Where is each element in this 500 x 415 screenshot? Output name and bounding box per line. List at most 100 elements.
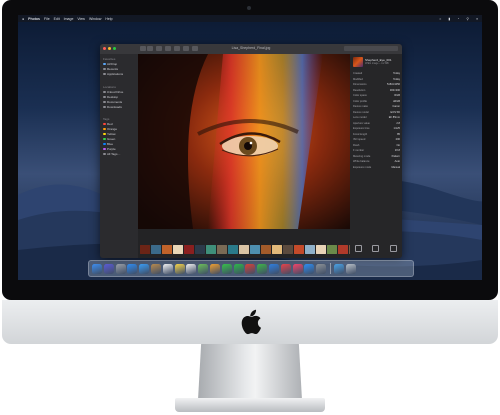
notes-icon[interactable] [174, 263, 185, 274]
zoom-button[interactable] [165, 46, 171, 51]
apple-menu-icon[interactable]: ● [22, 17, 24, 21]
battery-icon[interactable]: ▮ [448, 17, 450, 21]
menu-item-image[interactable]: Image [64, 17, 74, 21]
news-icon[interactable] [280, 263, 291, 274]
sidebar-item-tag-red[interactable]: Red [103, 122, 113, 126]
rotate-button[interactable] [174, 46, 180, 51]
reminders-icon[interactable] [186, 263, 197, 274]
filmstrip-thumbnail[interactable] [305, 244, 315, 254]
messages-icon[interactable] [221, 263, 232, 274]
inspector-row: Aperture value 2.8 [353, 122, 400, 125]
main-photo[interactable] [138, 54, 350, 229]
search-icon[interactable]: ⚲ [466, 17, 469, 21]
app-menu[interactable]: Photos [28, 17, 40, 21]
calendar-icon[interactable] [162, 263, 173, 274]
back-button[interactable] [140, 46, 146, 51]
sidebar-item-label: Documents [107, 100, 123, 104]
more-icon[interactable] [389, 244, 397, 252]
sidebar-item-documents[interactable]: Documents [103, 100, 122, 104]
sidebar-item-all-tags[interactable]: All Tags… [103, 152, 120, 156]
filmstrip-thumbnail[interactable] [239, 244, 249, 254]
filmstrip-thumbnail[interactable] [195, 244, 205, 254]
filmstrip-thumbnail[interactable] [173, 244, 183, 254]
photos-icon[interactable] [209, 263, 220, 274]
filmstrip-thumbnail[interactable] [151, 244, 161, 254]
desktop-screen: ● Photos File Edit Image View Window Hel… [18, 15, 482, 280]
sidebar-item-airdrop[interactable]: AirDrop [103, 62, 117, 66]
inspector-row-value: Canon [392, 105, 400, 108]
inspector-row-value: Pattern [391, 154, 400, 158]
list-icon[interactable]: ≡ [476, 17, 478, 21]
camera-icon [247, 6, 251, 10]
filmstrip-thumbnail[interactable] [327, 244, 337, 254]
contacts-icon[interactable] [150, 263, 161, 274]
filmstrip-thumbnail[interactable] [140, 244, 150, 254]
system-preferences-icon[interactable] [316, 263, 327, 274]
markup-icon[interactable] [372, 244, 380, 252]
sidebar-item-tag-blue[interactable]: Blue [103, 142, 113, 146]
filmstrip-thumbnail[interactable] [206, 244, 216, 254]
filmstrip-thumbnail[interactable] [250, 244, 260, 254]
filmstrip [138, 242, 382, 256]
sidebar-item-downloads[interactable]: Downloads [103, 105, 122, 109]
launchpad-icon[interactable] [115, 263, 126, 274]
sidebar-item-label: Downloads [107, 105, 122, 109]
sidebar-item-applications[interactable]: Applications [103, 72, 123, 76]
finder-icon[interactable] [92, 263, 102, 274]
safari-icon[interactable] [127, 263, 138, 274]
filmstrip-thumbnail[interactable] [294, 244, 304, 254]
sidebar-item-tag-orange[interactable]: Orange [103, 127, 117, 131]
music-icon[interactable] [292, 263, 303, 274]
sidebar-item-label: Red [107, 122, 113, 126]
filmstrip-thumbnail[interactable] [228, 244, 238, 254]
menu-item-edit[interactable]: Edit [54, 17, 60, 21]
filmstrip-thumbnail[interactable] [316, 244, 326, 254]
filmstrip-thumbnail[interactable] [338, 244, 348, 254]
menu-item-view[interactable]: View [77, 17, 85, 21]
rotate-icon[interactable] [355, 244, 363, 252]
numbers-icon[interactable] [257, 263, 268, 274]
minimize-window-button[interactable] [108, 47, 111, 50]
filmstrip-thumbnail[interactable] [272, 244, 282, 254]
dock-separator [329, 263, 331, 274]
maps-icon[interactable] [198, 263, 209, 274]
filmstrip-thumbnail[interactable] [184, 244, 194, 254]
wifi-icon[interactable]: ○ [439, 17, 441, 21]
facetime-icon[interactable] [233, 263, 244, 274]
mail-icon[interactable] [139, 263, 150, 274]
sidebar-item-recents[interactable]: Recents [103, 67, 118, 71]
zoom-window-button[interactable] [113, 47, 116, 50]
sidebar-item-tag-green[interactable]: Green [103, 137, 115, 141]
sidebar-item-desktop[interactable]: Desktop [103, 95, 118, 99]
view-button[interactable] [156, 46, 162, 51]
app-store-icon[interactable] [304, 263, 315, 274]
trash-icon[interactable] [346, 263, 357, 274]
filmstrip-thumbnail[interactable] [162, 244, 172, 254]
inspector-row-label: F number [353, 149, 365, 152]
filmstrip-thumbnail[interactable] [217, 244, 227, 254]
forward-button[interactable] [147, 46, 153, 51]
filmstrip-thumbnail[interactable] [283, 244, 293, 254]
siri-icon[interactable] [103, 263, 114, 274]
menu-bar: ● Photos File Edit Image View Window Hel… [18, 15, 482, 22]
sidebar-item-tag-purple[interactable]: Purple [103, 147, 116, 151]
sidebar-item-tag-yellow[interactable]: Yellow [103, 132, 116, 136]
info-inspector: Shepherd_Eye_001 JPEG image – 4.2 MB Cre… [350, 54, 402, 258]
favorite-button[interactable] [192, 46, 198, 51]
search-input[interactable] [344, 46, 398, 51]
sidebar-item-icloud[interactable]: iCloud Drive [103, 90, 123, 94]
close-window-button[interactable] [103, 47, 106, 50]
keynote-icon[interactable] [268, 263, 279, 274]
clock-icon[interactable]: ◔ [457, 17, 459, 21]
share-button[interactable] [183, 46, 189, 51]
filmstrip-thumbnail[interactable] [261, 244, 271, 254]
airdrop-icon [103, 62, 106, 66]
downloads-folder-icon[interactable] [334, 263, 345, 274]
sidebar-item-label: Desktop [107, 95, 119, 99]
tag-dot-icon [103, 122, 106, 126]
photo-booth-icon[interactable] [245, 263, 256, 274]
menu-item-help[interactable]: Help [105, 17, 112, 21]
menu-item-file[interactable]: File [44, 17, 50, 21]
menu-item-window[interactable]: Window [89, 17, 101, 21]
inspector-row: Device make Canon [353, 105, 400, 108]
